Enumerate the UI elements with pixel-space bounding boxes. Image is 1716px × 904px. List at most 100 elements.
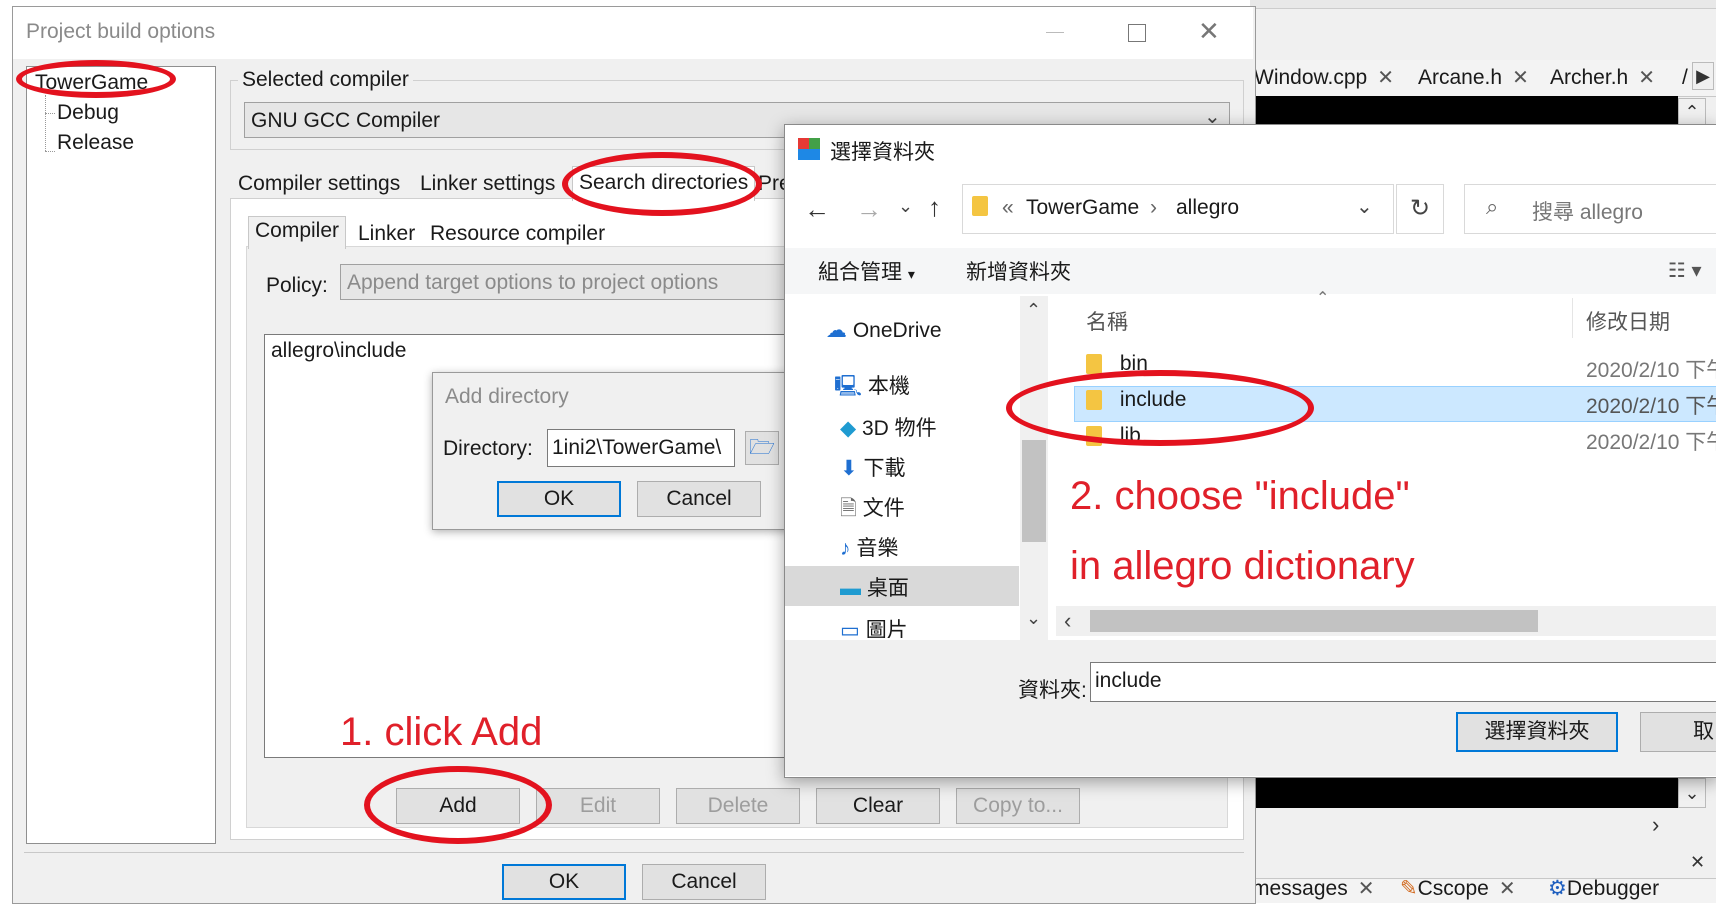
close-icon[interactable]: ✕ xyxy=(1377,67,1394,89)
subtab-compiler[interactable]: Compiler xyxy=(248,216,347,249)
tab-scroll-right-icon[interactable]: ▶ xyxy=(1692,62,1714,90)
ide-editor-area xyxy=(1250,96,1678,126)
dialog-title: Project build options xyxy=(26,20,216,43)
nav-item-onedrive[interactable]: ☁ OneDrive xyxy=(826,318,942,343)
tree-connector xyxy=(45,151,55,152)
address-dropdown-icon[interactable]: ⌄ xyxy=(1356,194,1373,219)
picker-cancel-button[interactable]: 取 xyxy=(1640,712,1716,752)
sort-indicator-icon: ⌃ xyxy=(1316,290,1330,307)
delete-button[interactable]: Delete xyxy=(676,788,800,824)
directory-input[interactable]: 1ini2\TowerGame\ xyxy=(547,429,735,467)
nav-item-this-pc[interactable]: 🖳 本機 xyxy=(834,370,910,407)
tree-item-release[interactable]: Release xyxy=(57,131,134,155)
column-header-name[interactable]: 名稱 xyxy=(1086,306,1128,336)
highlight-ring-towergame xyxy=(16,60,176,98)
nav-item-3d-objects[interactable]: ◆ 3D 物件 xyxy=(840,412,937,442)
forward-icon[interactable]: → xyxy=(856,194,882,225)
directory-label: Directory: xyxy=(443,437,533,460)
clear-button[interactable]: Clear xyxy=(816,788,940,824)
ide-tab-label: Window.cpp xyxy=(1254,66,1368,89)
file-date: 2020/2/10 下午 xyxy=(1586,359,1716,382)
column-header-date[interactable]: 修改日期 xyxy=(1586,306,1670,336)
highlight-ring-add xyxy=(364,766,552,844)
ide-logs-tabbar: messages ✕ ✎Cscope ✕ ⚙Debugger xyxy=(1250,875,1716,903)
cancel-button[interactable]: Cancel xyxy=(642,864,766,900)
add-directory-cancel-button[interactable]: Cancel xyxy=(637,481,761,517)
scroll-down-icon[interactable]: ⌄ xyxy=(1026,608,1041,629)
tab-compiler-settings[interactable]: Compiler settings xyxy=(238,172,400,196)
close-icon[interactable]: ✕ xyxy=(1638,67,1655,89)
nav-item-downloads[interactable]: ⬇ 下載 xyxy=(840,452,905,482)
breadcrumb-allegro[interactable]: allegro xyxy=(1176,196,1239,220)
refresh-icon[interactable]: ↻ xyxy=(1396,184,1444,234)
ide-tab-label: Arcane.h xyxy=(1418,66,1503,89)
selected-compiler-label: Selected compiler xyxy=(238,68,413,92)
select-folder-button[interactable]: 選擇資料夾 xyxy=(1456,712,1618,752)
ide-tab-messages[interactable]: messages ✕ xyxy=(1252,875,1374,903)
scroll-right-icon[interactable]: › xyxy=(1652,812,1676,837)
gear-icon: ⚙ xyxy=(1548,877,1567,900)
back-icon[interactable]: ← xyxy=(804,194,830,225)
add-directory-dialog: Add directory Directory: 1ini2\TowerGame… xyxy=(432,372,806,530)
nav-item-label: 文件 xyxy=(862,497,905,520)
pencil-icon: ✎ xyxy=(1400,877,1418,900)
ok-button[interactable]: OK xyxy=(502,864,626,900)
maximize-icon[interactable] xyxy=(1128,24,1146,42)
ide-tab-window-cpp[interactable]: Window.cpp ✕ xyxy=(1254,64,1394,92)
close-icon[interactable]: ✕ xyxy=(1499,878,1516,900)
nav-item-desktop[interactable]: ▬ 桌面 xyxy=(840,572,909,602)
scroll-up-icon[interactable]: ⌃ xyxy=(1678,98,1706,126)
policy-select-value: Append target options to project options xyxy=(347,271,719,294)
subtab-resource-compiler[interactable]: Resource compiler xyxy=(430,222,605,246)
footer-divider xyxy=(24,852,1244,853)
annotation-step2-line1: 2. choose "include" xyxy=(1070,474,1410,518)
folder-open-icon[interactable]: 🗁 xyxy=(745,431,779,465)
close-panel-icon[interactable]: ✕ xyxy=(1690,852,1710,872)
view-options-icon[interactable]: ☷ ▾ xyxy=(1668,258,1702,283)
tab-linker-settings[interactable]: Linker settings xyxy=(420,172,555,196)
breadcrumb-towergame[interactable]: TowerGame xyxy=(1026,196,1139,220)
nav-item-documents[interactable]: 🗎 文件 xyxy=(840,492,905,529)
ide-tab-archer-h[interactable]: Archer.h ✕ xyxy=(1550,64,1655,92)
folder-field-input[interactable]: include xyxy=(1090,662,1716,702)
ide-tab-debugger[interactable]: ⚙Debugger xyxy=(1548,875,1659,903)
subtab-linker[interactable]: Linker xyxy=(358,222,415,246)
folder-picker-title: 選擇資料夾 xyxy=(830,141,935,164)
nav-item-label: 圖片 xyxy=(865,619,908,638)
nav-item-label: OneDrive xyxy=(852,319,942,342)
nav-item-label: 本機 xyxy=(867,375,910,398)
ide-tab-overflow[interactable]: / xyxy=(1682,64,1688,92)
minimize-icon[interactable] xyxy=(1046,32,1064,33)
add-directory-ok-button[interactable]: OK xyxy=(497,481,621,517)
tree-item-debug[interactable]: Debug xyxy=(57,101,119,125)
search-icon: ⌕ xyxy=(1486,194,1499,219)
folder-icon xyxy=(1086,354,1102,375)
ide-tab-label: Cscope xyxy=(1417,877,1489,900)
organize-button[interactable]: 組合管理 ▾ xyxy=(818,256,915,286)
history-chevron-icon[interactable]: ⌄ xyxy=(898,196,913,217)
scroll-down-icon[interactable]: ⌄ xyxy=(1678,778,1706,808)
close-icon[interactable]: ✕ xyxy=(1512,67,1529,89)
nav-item-music[interactable]: ♪ 音樂 xyxy=(840,532,898,562)
nav-item-pictures[interactable]: ▭ 圖片 xyxy=(840,614,908,638)
chevron-down-icon: ▾ xyxy=(907,266,915,282)
policy-select[interactable]: Append target options to project options xyxy=(340,264,800,300)
ide-tab-arcane-h[interactable]: Arcane.h ✕ xyxy=(1418,64,1529,92)
download-icon: ⬇ xyxy=(840,457,858,480)
ide-tab-cscope[interactable]: ✎Cscope ✕ xyxy=(1400,875,1516,903)
copy-to-button[interactable]: Copy to... xyxy=(956,788,1080,824)
scroll-left-icon[interactable]: ‹ xyxy=(1064,608,1071,634)
nav-scroll-thumb[interactable] xyxy=(1022,440,1046,542)
scroll-up-icon[interactable]: ⌃ xyxy=(1026,300,1041,321)
up-icon[interactable]: ↑ xyxy=(928,192,941,223)
close-icon[interactable]: ✕ xyxy=(1358,878,1375,900)
file-date: 2020/2/10 下午 xyxy=(1586,431,1716,454)
new-folder-button[interactable]: 新增資料夾 xyxy=(966,256,1071,286)
cube-icon: ◆ xyxy=(840,417,857,440)
directory-list-item[interactable]: allegro\include xyxy=(271,339,406,363)
hscroll-thumb[interactable] xyxy=(1090,610,1538,632)
edit-button[interactable]: Edit xyxy=(536,788,660,824)
close-icon[interactable]: ✕ xyxy=(1198,16,1220,47)
column-divider xyxy=(1572,298,1573,338)
path-overflow[interactable]: « xyxy=(1002,196,1014,220)
